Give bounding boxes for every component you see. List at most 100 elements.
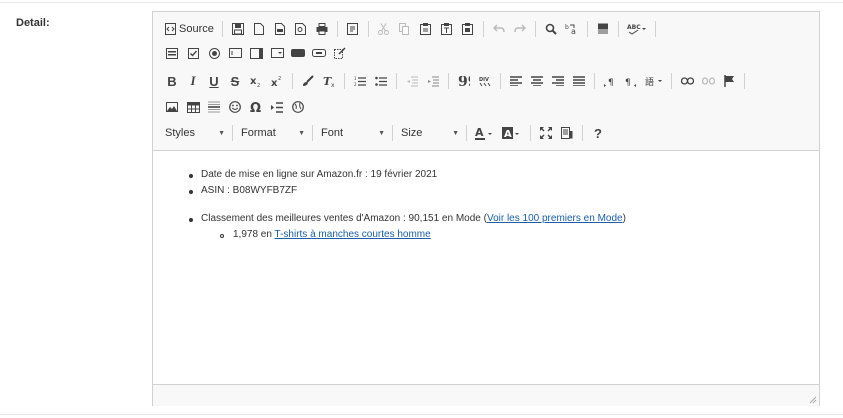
top-100-link[interactable]: Voir les 100 premiers en Mode	[487, 213, 623, 224]
svg-text:A: A	[475, 127, 484, 139]
create-div-button[interactable]: DIV	[476, 71, 494, 91]
form-button[interactable]	[163, 43, 181, 63]
preview-button[interactable]	[292, 19, 310, 39]
iframe-button[interactable]	[289, 97, 307, 117]
size-dropdown[interactable]: Size ▼	[399, 123, 463, 143]
language-button[interactable]: 語	[643, 71, 665, 91]
remove-format-button[interactable]: Tx	[320, 71, 338, 91]
source-label: Source	[179, 23, 214, 35]
select-all-button[interactable]	[594, 19, 612, 39]
outdent-icon	[407, 76, 418, 86]
decrease-indent-button[interactable]	[403, 71, 421, 91]
image-button-button[interactable]	[310, 43, 328, 63]
text-direction-ltr-button[interactable]: ¶	[601, 71, 619, 91]
link-button[interactable]	[678, 71, 696, 91]
checkbox-button[interactable]	[184, 43, 202, 63]
hidden-field-button[interactable]	[331, 43, 349, 63]
templates-icon	[347, 23, 359, 35]
smiley-button[interactable]	[226, 97, 244, 117]
bullet-icon	[189, 174, 193, 178]
strikethrough-button[interactable]: S	[226, 71, 244, 91]
increase-indent-button[interactable]	[424, 71, 442, 91]
spellcheck-button[interactable]: ABC	[625, 19, 649, 39]
find-button[interactable]	[542, 19, 560, 39]
resize-grip-icon[interactable]	[809, 396, 817, 404]
save-button[interactable]	[229, 19, 247, 39]
unlink-button[interactable]	[699, 71, 717, 91]
anchor-button[interactable]	[720, 71, 738, 91]
copy-formatting-button[interactable]	[299, 71, 317, 91]
bold-button[interactable]: B	[163, 71, 181, 91]
numbered-list-icon: 12	[354, 76, 366, 87]
underline-button[interactable]: U	[205, 71, 223, 91]
styles-dropdown[interactable]: Styles ▼	[163, 123, 229, 143]
print-button[interactable]	[313, 19, 331, 39]
bulleted-list-button[interactable]	[372, 71, 390, 91]
bullet-icon	[189, 218, 193, 222]
format-dropdown[interactable]: Format ▼	[239, 123, 309, 143]
superscript-button[interactable]: x2	[268, 71, 286, 91]
svg-text:2: 2	[257, 83, 260, 87]
textarea-button[interactable]	[247, 43, 265, 63]
align-center-button[interactable]	[528, 71, 546, 91]
undo-button[interactable]	[490, 19, 508, 39]
paste-icon	[420, 23, 432, 35]
pdf-icon	[274, 23, 285, 35]
toolbar-row-1: Source ba ABC	[163, 17, 662, 41]
blockquote-button[interactable]: 99	[455, 71, 473, 91]
templates-button[interactable]	[344, 19, 362, 39]
toolbar-separator	[654, 21, 656, 37]
table-button[interactable]	[184, 97, 202, 117]
svg-text:b: b	[565, 24, 569, 31]
italic-button[interactable]: I	[184, 71, 202, 91]
superscript-icon: x2	[271, 76, 281, 87]
form-button-button[interactable]	[289, 43, 307, 63]
redo-icon	[514, 24, 526, 33]
page-break-button[interactable]	[268, 97, 286, 117]
select-field-button[interactable]	[268, 43, 286, 63]
paste-text-button[interactable]	[438, 19, 456, 39]
image-button-icon	[312, 49, 326, 57]
export-pdf-button[interactable]	[271, 19, 289, 39]
new-page-icon	[253, 23, 264, 35]
category-link[interactable]: T-shirts à manches courtes homme	[275, 229, 431, 240]
toolbar-separator	[344, 73, 345, 89]
show-blocks-button[interactable]	[558, 123, 576, 143]
justify-button[interactable]	[570, 71, 588, 91]
paste-word-button[interactable]	[459, 19, 477, 39]
subscript-button[interactable]: x2	[247, 71, 265, 91]
radio-button[interactable]	[205, 43, 223, 63]
undo-icon	[492, 24, 505, 33]
align-left-button[interactable]	[507, 71, 525, 91]
ltr-icon: ¶	[604, 78, 614, 87]
align-right-button[interactable]	[549, 71, 567, 91]
paste-button[interactable]	[417, 19, 435, 39]
svg-text:a: a	[571, 27, 576, 35]
editor-content[interactable]: Date de mise en ligne sur Amazon.fr : 19…	[153, 151, 819, 384]
svg-text:1: 1	[354, 76, 357, 81]
help-button[interactable]: ?	[589, 123, 607, 143]
toolbar-separator	[582, 125, 583, 141]
maximize-button[interactable]	[537, 123, 555, 143]
text-field-icon	[228, 48, 242, 58]
text-direction-rtl-button[interactable]: ¶	[622, 71, 640, 91]
numbered-list-button[interactable]: 12	[351, 71, 369, 91]
text-field-button[interactable]	[226, 43, 244, 63]
copy-icon	[399, 23, 410, 35]
cut-button[interactable]	[375, 19, 393, 39]
form-icon	[166, 47, 178, 59]
copy-button[interactable]	[396, 19, 414, 39]
preview-icon	[295, 23, 307, 35]
font-dropdown[interactable]: Font ▼	[319, 123, 389, 143]
background-color-button[interactable]: A	[500, 123, 524, 143]
redo-button[interactable]	[511, 19, 529, 39]
horizontal-line-button[interactable]	[205, 97, 223, 117]
new-page-button[interactable]	[250, 19, 268, 39]
toolbar-separator	[396, 73, 397, 89]
source-button[interactable]: Source	[163, 19, 216, 39]
list-item: Date de mise en ligne sur Amazon.fr : 19…	[201, 169, 438, 180]
replace-button[interactable]: ba	[563, 19, 581, 39]
image-button[interactable]	[163, 97, 181, 117]
special-char-button[interactable]: Ω	[247, 97, 265, 117]
text-color-button[interactable]: A	[473, 123, 497, 143]
